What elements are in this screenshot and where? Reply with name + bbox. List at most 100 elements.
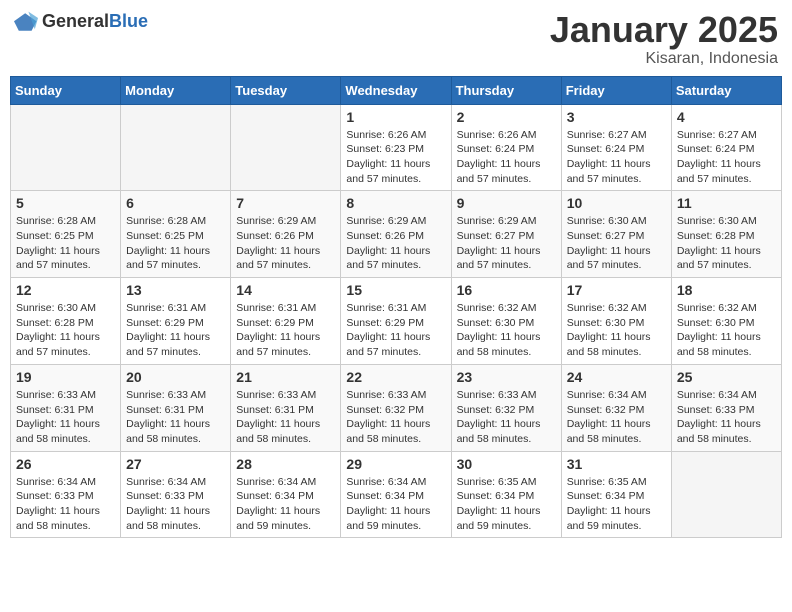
calendar-cell: 13 Sunrise: 6:31 AM Sunset: 6:29 PM Dayli… (121, 278, 231, 365)
day-info: Sunrise: 6:26 AM Sunset: 6:24 PM Dayligh… (457, 128, 556, 187)
calendar-cell: 26Sunrise: 6:34 AM Sunset: 6:33 PM Dayli… (11, 451, 121, 538)
logo-blue: Blue (109, 11, 148, 31)
day-number: 3 (567, 109, 666, 125)
calendar-cell: 19 Sunrise: 6:33 AM Sunset: 6:31 PM Dayli… (11, 364, 121, 451)
day-number: 14 (236, 282, 335, 298)
calendar-cell: 21 Sunrise: 6:33 AM Sunset: 6:31 PM Dayli… (231, 364, 341, 451)
calendar-cell: 5 Sunrise: 6:28 AM Sunset: 6:25 PM Daylig… (11, 191, 121, 278)
day-info: Sunrise: 6:32 AM Sunset: 6:30 PM Dayligh… (677, 301, 776, 360)
calendar-cell (121, 104, 231, 191)
day-info: Sunrise: 6:34 AM Sunset: 6:32 PM Dayligh… (567, 388, 666, 447)
day-number: 20 (126, 369, 225, 385)
day-info: Sunrise: 6:35 AM Sunset: 6:34 PM Dayligh… (457, 475, 556, 534)
calendar-cell: 20 Sunrise: 6:33 AM Sunset: 6:31 PM Dayli… (121, 364, 231, 451)
calendar-week-5: 26Sunrise: 6:34 AM Sunset: 6:33 PM Dayli… (11, 451, 782, 538)
day-info: Sunrise: 6:35 AM Sunset: 6:34 PM Dayligh… (567, 475, 666, 534)
calendar-header: SundayMondayTuesdayWednesdayThursdayFrid… (11, 76, 782, 104)
day-number: 2 (457, 109, 556, 125)
calendar-cell: 23Sunrise: 6:33 AM Sunset: 6:32 PM Dayli… (451, 364, 561, 451)
calendar-cell: 17 Sunrise: 6:32 AM Sunset: 6:30 PM Dayli… (561, 278, 671, 365)
calendar-cell: 2 Sunrise: 6:26 AM Sunset: 6:24 PM Daylig… (451, 104, 561, 191)
logo: GeneralBlue (14, 10, 148, 34)
logo-text: GeneralBlue (42, 12, 148, 32)
calendar-cell (671, 451, 781, 538)
day-number: 10 (567, 195, 666, 211)
weekday-header-saturday: Saturday (671, 76, 781, 104)
calendar-cell: 16 Sunrise: 6:32 AM Sunset: 6:30 PM Dayli… (451, 278, 561, 365)
day-info: Sunrise: 6:33 AM Sunset: 6:31 PM Dayligh… (16, 388, 115, 447)
day-info: Sunrise: 6:29 AM Sunset: 6:26 PM Dayligh… (346, 214, 445, 273)
calendar-body: 1Sunrise: 6:26 AM Sunset: 6:23 PM Daylig… (11, 104, 782, 538)
calendar-cell: 31 Sunrise: 6:35 AM Sunset: 6:34 PM Dayli… (561, 451, 671, 538)
day-number: 6 (126, 195, 225, 211)
calendar-week-3: 12Sunrise: 6:30 AM Sunset: 6:28 PM Dayli… (11, 278, 782, 365)
location-title: Kisaran, Indonesia (550, 50, 778, 68)
calendar-cell: 29Sunrise: 6:34 AM Sunset: 6:34 PM Dayli… (341, 451, 451, 538)
day-number: 5 (16, 195, 115, 211)
weekday-header-tuesday: Tuesday (231, 76, 341, 104)
day-info: Sunrise: 6:33 AM Sunset: 6:31 PM Dayligh… (236, 388, 335, 447)
calendar-week-4: 19 Sunrise: 6:33 AM Sunset: 6:31 PM Dayli… (11, 364, 782, 451)
day-number: 28 (236, 456, 335, 472)
weekday-header-friday: Friday (561, 76, 671, 104)
calendar-cell: 7Sunrise: 6:29 AM Sunset: 6:26 PM Daylig… (231, 191, 341, 278)
logo-general: General (42, 11, 109, 31)
calendar-cell: 28 Sunrise: 6:34 AM Sunset: 6:34 PM Dayli… (231, 451, 341, 538)
calendar-cell: 18Sunrise: 6:32 AM Sunset: 6:30 PM Dayli… (671, 278, 781, 365)
day-number: 12 (16, 282, 115, 298)
calendar-cell: 3 Sunrise: 6:27 AM Sunset: 6:24 PM Daylig… (561, 104, 671, 191)
day-info: Sunrise: 6:32 AM Sunset: 6:30 PM Dayligh… (567, 301, 666, 360)
day-info: Sunrise: 6:27 AM Sunset: 6:24 PM Dayligh… (677, 128, 776, 187)
day-info: Sunrise: 6:34 AM Sunset: 6:33 PM Dayligh… (16, 475, 115, 534)
day-number: 16 (457, 282, 556, 298)
calendar-cell: 15 Sunrise: 6:31 AM Sunset: 6:29 PM Dayli… (341, 278, 451, 365)
day-number: 11 (677, 195, 776, 211)
day-info: Sunrise: 6:30 AM Sunset: 6:28 PM Dayligh… (677, 214, 776, 273)
logo-icon (14, 10, 38, 34)
day-info: Sunrise: 6:27 AM Sunset: 6:24 PM Dayligh… (567, 128, 666, 187)
day-number: 15 (346, 282, 445, 298)
day-info: Sunrise: 6:33 AM Sunset: 6:32 PM Dayligh… (457, 388, 556, 447)
day-number: 31 (567, 456, 666, 472)
calendar-cell: 27Sunrise: 6:34 AM Sunset: 6:33 PM Dayli… (121, 451, 231, 538)
calendar-cell: 30 Sunrise: 6:35 AM Sunset: 6:34 PM Dayli… (451, 451, 561, 538)
day-number: 19 (16, 369, 115, 385)
day-number: 25 (677, 369, 776, 385)
calendar-cell: 14 Sunrise: 6:31 AM Sunset: 6:29 PM Dayli… (231, 278, 341, 365)
day-number: 9 (457, 195, 556, 211)
day-number: 30 (457, 456, 556, 472)
day-info: Sunrise: 6:33 AM Sunset: 6:32 PM Dayligh… (346, 388, 445, 447)
day-info: Sunrise: 6:28 AM Sunset: 6:25 PM Dayligh… (16, 214, 115, 273)
weekday-header-thursday: Thursday (451, 76, 561, 104)
weekday-header-monday: Monday (121, 76, 231, 104)
day-info: Sunrise: 6:31 AM Sunset: 6:29 PM Dayligh… (126, 301, 225, 360)
title-section: January 2025 Kisaran, Indonesia (550, 10, 778, 68)
day-info: Sunrise: 6:33 AM Sunset: 6:31 PM Dayligh… (126, 388, 225, 447)
calendar-week-2: 5 Sunrise: 6:28 AM Sunset: 6:25 PM Daylig… (11, 191, 782, 278)
calendar-cell (231, 104, 341, 191)
calendar-cell: 12Sunrise: 6:30 AM Sunset: 6:28 PM Dayli… (11, 278, 121, 365)
day-info: Sunrise: 6:30 AM Sunset: 6:27 PM Dayligh… (567, 214, 666, 273)
weekday-header-wednesday: Wednesday (341, 76, 451, 104)
day-info: Sunrise: 6:34 AM Sunset: 6:34 PM Dayligh… (236, 475, 335, 534)
day-number: 7 (236, 195, 335, 211)
day-info: Sunrise: 6:28 AM Sunset: 6:25 PM Dayligh… (126, 214, 225, 273)
day-info: Sunrise: 6:32 AM Sunset: 6:30 PM Dayligh… (457, 301, 556, 360)
calendar-cell: 9 Sunrise: 6:29 AM Sunset: 6:27 PM Daylig… (451, 191, 561, 278)
calendar-cell: 24 Sunrise: 6:34 AM Sunset: 6:32 PM Dayli… (561, 364, 671, 451)
day-info: Sunrise: 6:31 AM Sunset: 6:29 PM Dayligh… (346, 301, 445, 360)
calendar-cell: 8Sunrise: 6:29 AM Sunset: 6:26 PM Daylig… (341, 191, 451, 278)
calendar-cell: 10 Sunrise: 6:30 AM Sunset: 6:27 PM Dayli… (561, 191, 671, 278)
calendar-table: SundayMondayTuesdayWednesdayThursdayFrid… (10, 76, 782, 539)
day-number: 13 (126, 282, 225, 298)
day-info: Sunrise: 6:26 AM Sunset: 6:23 PM Dayligh… (346, 128, 445, 187)
day-info: Sunrise: 6:29 AM Sunset: 6:27 PM Dayligh… (457, 214, 556, 273)
calendar-cell: 25Sunrise: 6:34 AM Sunset: 6:33 PM Dayli… (671, 364, 781, 451)
day-number: 17 (567, 282, 666, 298)
day-info: Sunrise: 6:31 AM Sunset: 6:29 PM Dayligh… (236, 301, 335, 360)
weekday-header-sunday: Sunday (11, 76, 121, 104)
page-header: GeneralBlue January 2025 Kisaran, Indone… (10, 10, 782, 68)
day-number: 24 (567, 369, 666, 385)
day-info: Sunrise: 6:34 AM Sunset: 6:34 PM Dayligh… (346, 475, 445, 534)
day-number: 21 (236, 369, 335, 385)
